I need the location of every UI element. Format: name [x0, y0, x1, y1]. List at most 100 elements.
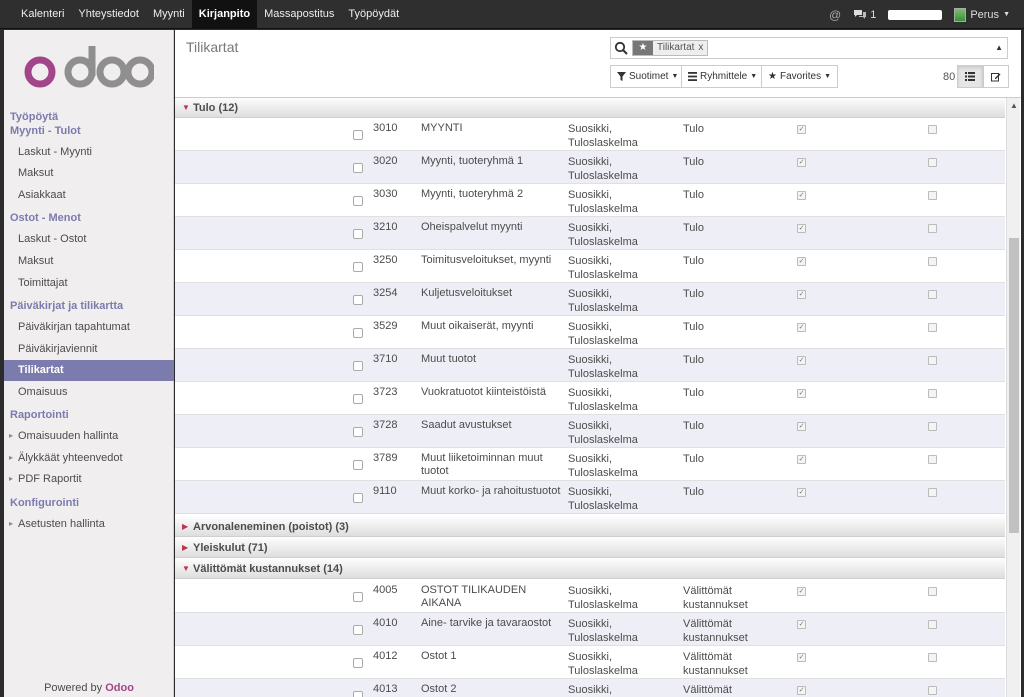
account-code: 4013 — [373, 683, 398, 695]
sidebar-item-omaisuus[interactable]: Omaisuus — [18, 386, 68, 398]
menu-kirjanpito[interactable]: Kirjanpito — [191, 0, 258, 29]
account-code: 9110 — [373, 485, 397, 497]
row-select-checkbox[interactable] — [353, 328, 363, 338]
account-type: Tulo — [683, 222, 704, 234]
account-name: Oheispalvelut myynti — [421, 221, 523, 233]
odoo-logo[interactable] — [24, 44, 154, 94]
odoo-link[interactable]: Odoo — [105, 682, 134, 694]
facet-remove-button[interactable]: x — [698, 41, 707, 55]
deprecated-checkbox — [928, 587, 937, 596]
account-name: MYYNTI — [421, 122, 463, 134]
table-row[interactable]: 3254 Kuljetusveloitukset Suosikki, Tuloslas… — [175, 283, 1005, 316]
group-row-yleiskulut[interactable]: ▶ Yleiskulut (71) — [175, 538, 1005, 558]
group-row-arvonaleneminen[interactable]: ▶ Arvonaleneminen (poistot) (3) — [175, 517, 1005, 537]
sidebar-item-asiakkaat[interactable]: Asiakkaat — [18, 189, 66, 201]
account-name: Myynti, tuoteryhmä 2 — [421, 188, 524, 200]
account-type: Tulo — [683, 156, 704, 168]
user-menu[interactable]: Perus ▼ — [954, 7, 1010, 22]
scrollbar-thumb[interactable] — [1009, 238, 1019, 533]
sidebar-item-laskut-ostot[interactable]: Laskut - Ostot — [18, 233, 86, 245]
account-tags: Suosikki,Tuloslaskelma — [568, 387, 638, 413]
menu-massapostitus[interactable]: Massapostitus — [257, 0, 341, 29]
menu-yhteystiedot[interactable]: Yhteystiedot — [71, 0, 146, 29]
row-select-checkbox[interactable] — [353, 394, 363, 404]
row-select-checkbox[interactable] — [353, 262, 363, 272]
menu-kalenteri[interactable]: Kalenteri — [14, 0, 71, 29]
reconcile-checkbox: ✓ — [797, 191, 806, 200]
filters-button[interactable]: Suotimet ▼ — [610, 65, 686, 88]
table-row[interactable]: 4010 Aine- tarvike ja tavaraostot Suosikki… — [175, 613, 1005, 646]
row-select-checkbox[interactable] — [353, 625, 363, 635]
sidebar-heading-myynti: Myynti - Tulot — [10, 125, 81, 137]
table-row[interactable]: 4005 OSTOT TILIKAUDEN AIKANA Suosikki, Tulo… — [175, 580, 1005, 613]
account-tags: Suosikki,Tuloslaskelma — [568, 255, 638, 281]
row-select-checkbox[interactable] — [353, 295, 363, 305]
account-tags: Suosikki,Tuloslaskelma — [568, 123, 638, 149]
deprecated-checkbox — [928, 488, 937, 497]
table-row[interactable]: 3020 Myynti, tuoteryhmä 1 Suosikki, Tulosla… — [175, 151, 1005, 184]
account-name: Saadut avustukset — [421, 419, 512, 431]
sidebar-item-toimittajat[interactable]: Toimittajat — [18, 277, 68, 289]
sidebar-item-maksut-ostot[interactable]: Maksut — [18, 255, 53, 267]
sidebar-item-paivakirjaviennit[interactable]: Päiväkirjaviennit — [18, 343, 97, 355]
table-row[interactable]: 3723 Vuokratuotot kiinteistöistä Suosikki,… — [175, 382, 1005, 415]
sidebar-item-paivakirjan-tapahtumat[interactable]: Päiväkirjan tapahtumat — [18, 321, 130, 333]
sidebar-item-omaisuuden-hallinta[interactable]: Omaisuuden hallinta — [9, 430, 118, 442]
search-input[interactable]: ★ Tilikartat x ▲ — [610, 37, 1008, 59]
table-row[interactable]: 3010 MYYNTI Suosikki, Tuloslaskelma Tulo ✓ — [175, 118, 1005, 151]
row-select-checkbox[interactable] — [353, 196, 363, 206]
row-select-checkbox[interactable] — [353, 691, 363, 697]
account-name: Muut tuotot — [421, 353, 477, 365]
row-select-checkbox[interactable] — [353, 658, 363, 668]
row-select-checkbox[interactable] — [353, 130, 363, 140]
account-name: Ostot 2 — [421, 683, 457, 695]
menu-myynti[interactable]: Myynti — [146, 0, 192, 29]
table-row[interactable]: 3250 Toimitusveloitukset, myynti Suosikki,… — [175, 250, 1005, 283]
sidebar-item-tilikartat[interactable]: Tilikartat — [4, 360, 174, 381]
deprecated-checkbox — [928, 224, 937, 233]
table-row[interactable]: 9110 Muut korko- ja rahoitustuotot Suosikk… — [175, 481, 1005, 514]
account-code: 3723 — [373, 386, 398, 398]
table-row[interactable]: 3210 Oheispalvelut myynti Suosikki, Tulosla… — [175, 217, 1005, 250]
table-row[interactable]: 3728 Saadut avustukset Suosikki, Tuloslaske… — [175, 415, 1005, 448]
at-mention-icon[interactable]: @ — [829, 8, 841, 22]
row-select-checkbox[interactable] — [353, 427, 363, 437]
group-row-tulo[interactable]: ▼ Tulo (12) — [175, 98, 1005, 118]
row-select-checkbox[interactable] — [353, 361, 363, 371]
table-row[interactable]: 4013 Ostot 2 Suosikki,Tuloslaskelma Välittö… — [175, 679, 1005, 697]
row-select-checkbox[interactable] — [353, 163, 363, 173]
row-select-checkbox[interactable] — [353, 460, 363, 470]
table-row[interactable]: 3030 Myynti, tuoteryhmä 2 Suosikki, Tulosla… — [175, 184, 1005, 217]
table-row[interactable]: 3789 Muut liiketoiminnan muut tuotot Suosi… — [175, 448, 1005, 481]
table-row[interactable]: 4012 Ostot 1 Suosikki, Tuloslaskelma Välittö… — [175, 646, 1005, 679]
row-select-checkbox[interactable] — [353, 592, 363, 602]
deprecated-checkbox — [928, 686, 937, 695]
table-row[interactable]: 3710 Muut tuotot Suosikki, Tuloslaskelma Tul… — [175, 349, 1005, 382]
group-by-button[interactable]: Ryhmittele ▼ — [681, 65, 765, 88]
chat-button[interactable]: 1 — [853, 9, 876, 21]
deprecated-checkbox — [928, 191, 937, 200]
user-name: Perus — [970, 8, 1000, 21]
favorites-button[interactable]: ★ Favorites ▼ — [761, 65, 839, 88]
sidebar-item-pdf-raportit[interactable]: PDF Raportit — [9, 473, 82, 485]
sidebar-item-laskut-myynti[interactable]: Laskut - Myynti — [18, 146, 92, 158]
table-row[interactable]: 3529 Muut oikaiserät, myynti Suosikki, Tulo… — [175, 316, 1005, 349]
group-row-valittomat-kustannukset[interactable]: ▼ Välittömät kustannukset (14) — [175, 559, 1005, 579]
sidebar-item-maksut-myynti[interactable]: Maksut — [18, 167, 53, 179]
sidebar-item-asetusten-hallinta[interactable]: Asetusten hallinta — [9, 518, 105, 530]
caret-down-icon: ▼ — [182, 564, 190, 573]
list-view-button[interactable] — [957, 65, 983, 88]
account-name: Muut oikaiserät, myynti — [421, 320, 534, 332]
sidebar-item-alykkaat-yhteenvedot[interactable]: Älykkäät yhteenvedot — [9, 452, 123, 464]
scrollbar[interactable]: ▲ — [1006, 98, 1020, 697]
reconcile-checkbox: ✓ — [797, 257, 806, 266]
pager-value[interactable]: 80 — [943, 71, 955, 83]
account-tags: Suosikki,Tuloslaskelma — [568, 354, 638, 380]
row-select-checkbox[interactable] — [353, 493, 363, 503]
menu-tyopoydat[interactable]: Työpöydät — [341, 0, 406, 29]
sidebar-heading-tyopoyta[interactable]: Työpöytä — [10, 111, 58, 123]
form-view-button[interactable] — [983, 65, 1009, 88]
search-options-toggle[interactable]: ▲ — [995, 43, 1003, 52]
scroll-up-icon[interactable]: ▲ — [1010, 101, 1018, 110]
row-select-checkbox[interactable] — [353, 229, 363, 239]
